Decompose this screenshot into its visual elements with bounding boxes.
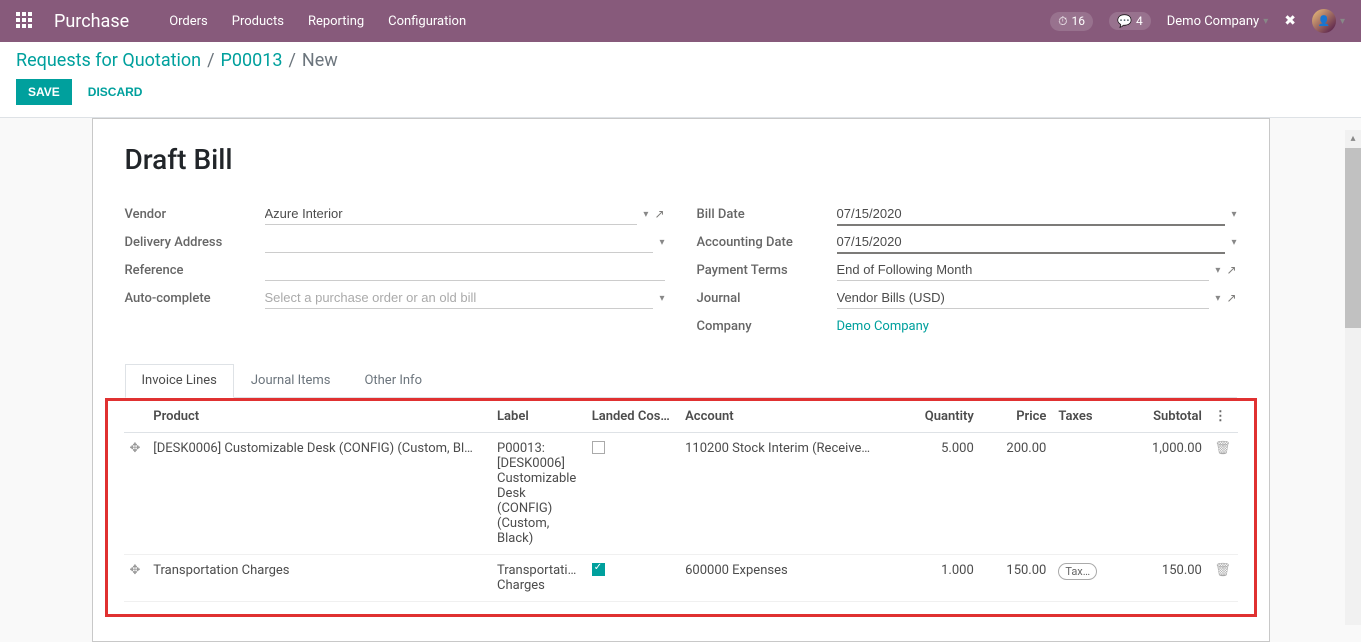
col-landed: Landed Cos… [586,401,679,433]
vendor-field[interactable] [265,203,638,225]
col-qty: Quantity [897,401,980,433]
delivery-field[interactable] [265,231,654,253]
vendor-label: Vendor [125,207,265,222]
invoice-lines-table: Product Label Landed Cos… Account Quanti… [124,401,1238,602]
tab-invoice-lines[interactable]: Invoice Lines [125,364,234,398]
terms-label: Payment Terms [697,263,837,278]
cell-qty[interactable]: 1.000 [897,555,980,602]
col-account: Account [679,401,897,433]
external-link-icon[interactable]: ↗ [1226,263,1236,277]
cell-qty[interactable]: 5.000 [897,433,980,555]
user-menu[interactable]: 👤 ▾ [1312,9,1345,33]
cell-label[interactable]: Transportati…Charges [491,555,586,602]
control-panel: Requests for Quotation/P00013/New SAVE D… [0,42,1361,118]
nav-products[interactable]: Products [232,14,284,29]
chevron-down-icon[interactable]: ▾ [643,209,648,220]
terms-field[interactable] [837,259,1210,281]
breadcrumb-leaf: New [302,50,338,71]
cell-account[interactable]: 110200 Stock Interim (Receive… [685,441,891,456]
app-brand: Purchase [54,11,129,32]
column-menu-icon[interactable]: ⋮ [1214,409,1227,424]
nav-configuration[interactable]: Configuration [388,14,466,29]
cell-product[interactable]: Transportation Charges [153,563,485,578]
drag-handle-icon[interactable]: ✥ [130,441,141,456]
acctdate-field[interactable] [837,231,1226,254]
tabs: Invoice Lines Journal Items Other Info [125,364,1237,398]
col-taxes: Taxes [1052,401,1114,433]
breadcrumb: Requests for Quotation/P00013/New [16,50,1345,71]
cell-taxes[interactable] [1052,433,1114,555]
discuss-badge[interactable]: 4 [1109,12,1151,30]
table-row[interactable]: ✥ [DESK0006] Customizable Desk (CONFIG) (… [124,433,1238,555]
col-label: Label [491,401,586,433]
nav-reporting[interactable]: Reporting [308,14,364,29]
cell-price[interactable]: 150.00 [980,555,1053,602]
clock-icon [1058,14,1067,29]
activity-badge[interactable]: 16 [1050,12,1093,31]
company-switcher[interactable]: Demo Company▾ [1167,14,1268,29]
chevron-down-icon: ▾ [1263,16,1268,27]
delivery-label: Delivery Address [125,235,265,250]
col-price: Price [980,401,1053,433]
cell-subtotal: 150.00 [1115,555,1208,602]
nav-orders[interactable]: Orders [169,14,208,29]
table-row[interactable]: ✥ Transportation Charges Transportati…Char… [124,555,1238,602]
billdate-label: Bill Date [697,207,837,222]
cell-taxes[interactable]: Tax… [1052,555,1114,602]
nav-menu: Orders Products Reporting Configuration [169,14,466,29]
drag-handle-icon[interactable]: ✥ [130,563,141,578]
reference-label: Reference [125,263,265,278]
external-link-icon[interactable]: ↗ [654,207,664,221]
journal-field[interactable] [837,287,1210,309]
cell-price[interactable]: 200.00 [980,433,1053,555]
company-label: Company [697,319,837,334]
chevron-down-icon[interactable]: ▾ [1231,209,1236,220]
invoice-lines-region: Product Label Landed Cos… Account Quanti… [105,398,1257,617]
debug-icon[interactable]: ✖ [1284,13,1296,29]
tab-other-info[interactable]: Other Info [347,364,439,397]
discard-button[interactable]: DISCARD [88,85,143,99]
scroll-up-icon[interactable]: ▴ [1345,130,1361,146]
breadcrumb-mid[interactable]: P00013 [221,50,283,71]
form-sheet: Draft Bill Vendor ▾↗ Delivery Address ▾ … [92,118,1270,642]
autocomplete-label: Auto-complete [125,291,265,306]
chevron-down-icon[interactable]: ▾ [1215,265,1220,276]
chevron-down-icon: ▾ [1340,16,1345,27]
trash-icon[interactable]: 🗑 [1214,441,1231,456]
external-link-icon[interactable]: ↗ [1226,291,1236,305]
cell-subtotal: 1,000.00 [1115,433,1208,555]
chevron-down-icon[interactable]: ▾ [659,293,664,304]
chevron-down-icon[interactable]: ▾ [1215,293,1220,304]
col-subtotal: Subtotal [1115,401,1208,433]
cell-product[interactable]: [DESK0006] Customizable Desk (CONFIG) (C… [153,441,485,456]
company-link[interactable]: Demo Company [837,319,929,334]
breadcrumb-root[interactable]: Requests for Quotation [16,50,201,71]
cell-label[interactable]: P00013:[DESK0006]Customizable Desk(CONFI… [491,433,586,555]
billdate-field[interactable] [837,203,1226,226]
top-navbar: Purchase Orders Products Reporting Confi… [0,0,1361,42]
autocomplete-field[interactable] [265,287,654,309]
chevron-down-icon[interactable]: ▾ [1231,237,1236,248]
reference-field[interactable] [265,259,665,281]
landed-checkbox[interactable] [592,441,605,454]
chat-icon [1117,14,1132,28]
acctdate-label: Accounting Date [697,235,837,250]
trash-icon[interactable]: 🗑 [1214,563,1231,578]
scroll-thumb[interactable] [1345,148,1361,328]
journal-label: Journal [697,291,837,306]
avatar: 👤 [1312,9,1336,33]
page-title: Draft Bill [125,143,1237,176]
scrollbar[interactable]: ▴ [1345,130,1361,625]
chevron-down-icon[interactable]: ▾ [659,237,664,248]
save-button[interactable]: SAVE [16,79,72,105]
apps-grid-icon[interactable] [16,12,34,30]
cell-account[interactable]: 600000 Expenses [685,563,891,578]
col-product: Product [147,401,491,433]
tab-journal-items[interactable]: Journal Items [234,364,348,397]
landed-checkbox[interactable] [592,563,605,576]
